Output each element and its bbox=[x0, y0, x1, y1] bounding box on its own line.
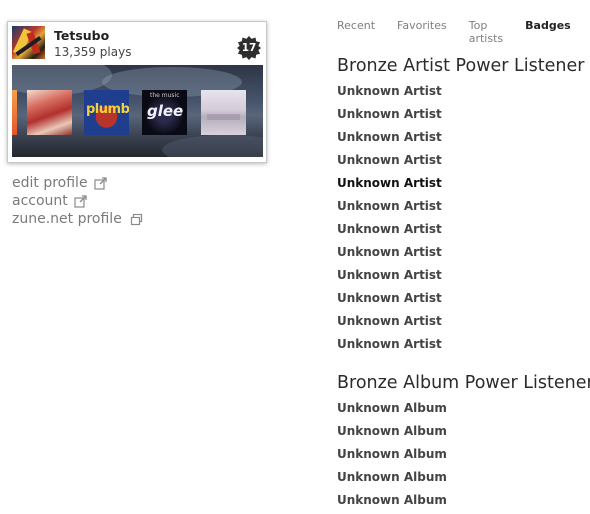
album-cover-plumb[interactable]: plumb bbox=[84, 90, 129, 135]
album-cover-orange[interactable] bbox=[12, 90, 17, 135]
list-item[interactable]: Unknown Artist bbox=[337, 174, 442, 197]
list-item[interactable]: Unknown Artist bbox=[337, 128, 442, 151]
list-item[interactable]: Unknown Artist bbox=[337, 289, 442, 312]
edit-profile-label: edit profile bbox=[12, 175, 88, 191]
list-item[interactable]: Unknown Album bbox=[337, 422, 447, 445]
list-item[interactable]: Unknown Album bbox=[337, 468, 447, 491]
account-link[interactable]: account bbox=[12, 192, 143, 210]
list-item[interactable]: Unknown Album bbox=[337, 491, 447, 514]
list-item[interactable]: Unknown Album bbox=[337, 399, 447, 422]
tab-recent[interactable]: Recent bbox=[337, 19, 375, 45]
list-item[interactable]: Unknown Artist bbox=[337, 220, 442, 243]
list-item[interactable]: Unknown Artist bbox=[337, 312, 442, 335]
zune-profile-label: zune.net profile bbox=[12, 211, 122, 227]
avatar[interactable] bbox=[12, 26, 45, 59]
play-count: 13,359 plays bbox=[54, 45, 132, 59]
album-cover-red-figure[interactable] bbox=[27, 90, 72, 135]
list-item[interactable]: Unknown Artist bbox=[337, 151, 442, 174]
recent-albums-strip: plumb the music glee bbox=[12, 65, 263, 157]
list-item[interactable]: Unknown Artist bbox=[337, 82, 442, 105]
album-badge-title: Bronze Album Power Listener bbox=[337, 373, 590, 393]
list-item[interactable]: Unknown Album bbox=[337, 445, 447, 468]
profile-card[interactable]: Tetsubo 13,359 plays 17 plumb the music g… bbox=[7, 21, 267, 163]
album-badge-list: Unknown Album Unknown Album Unknown Albu… bbox=[337, 399, 447, 514]
account-label: account bbox=[12, 193, 68, 209]
profile-links: edit profile account zune.net profile bbox=[12, 174, 143, 228]
artist-badge-list: Unknown Artist Unknown Artist Unknown Ar… bbox=[337, 82, 442, 358]
profile-tabs: Recent Favorites Top artists Badges bbox=[337, 19, 590, 45]
new-window-icon bbox=[130, 213, 143, 226]
list-item[interactable]: Unknown Artist bbox=[337, 243, 442, 266]
list-item[interactable]: Unknown Artist bbox=[337, 197, 442, 220]
album-cover-pale-landscape[interactable] bbox=[201, 90, 246, 135]
badge-count-badge: 17 bbox=[237, 36, 261, 60]
edit-profile-link[interactable]: edit profile bbox=[12, 174, 143, 192]
tab-favorites[interactable]: Favorites bbox=[397, 19, 447, 45]
list-item[interactable]: Unknown Artist bbox=[337, 335, 442, 358]
username[interactable]: Tetsubo bbox=[54, 28, 109, 43]
tab-top-artists[interactable]: Top artists bbox=[469, 19, 503, 45]
external-link-icon bbox=[93, 176, 107, 190]
artist-badge-title: Bronze Artist Power Listener bbox=[337, 56, 585, 76]
external-link-icon bbox=[74, 194, 87, 208]
list-item[interactable]: Unknown Artist bbox=[337, 266, 442, 289]
zune-profile-link[interactable]: zune.net profile bbox=[12, 210, 143, 228]
tab-badges[interactable]: Badges bbox=[525, 19, 571, 45]
list-item[interactable]: Unknown Artist bbox=[337, 105, 442, 128]
album-cover-glee[interactable]: the music glee bbox=[142, 90, 187, 135]
